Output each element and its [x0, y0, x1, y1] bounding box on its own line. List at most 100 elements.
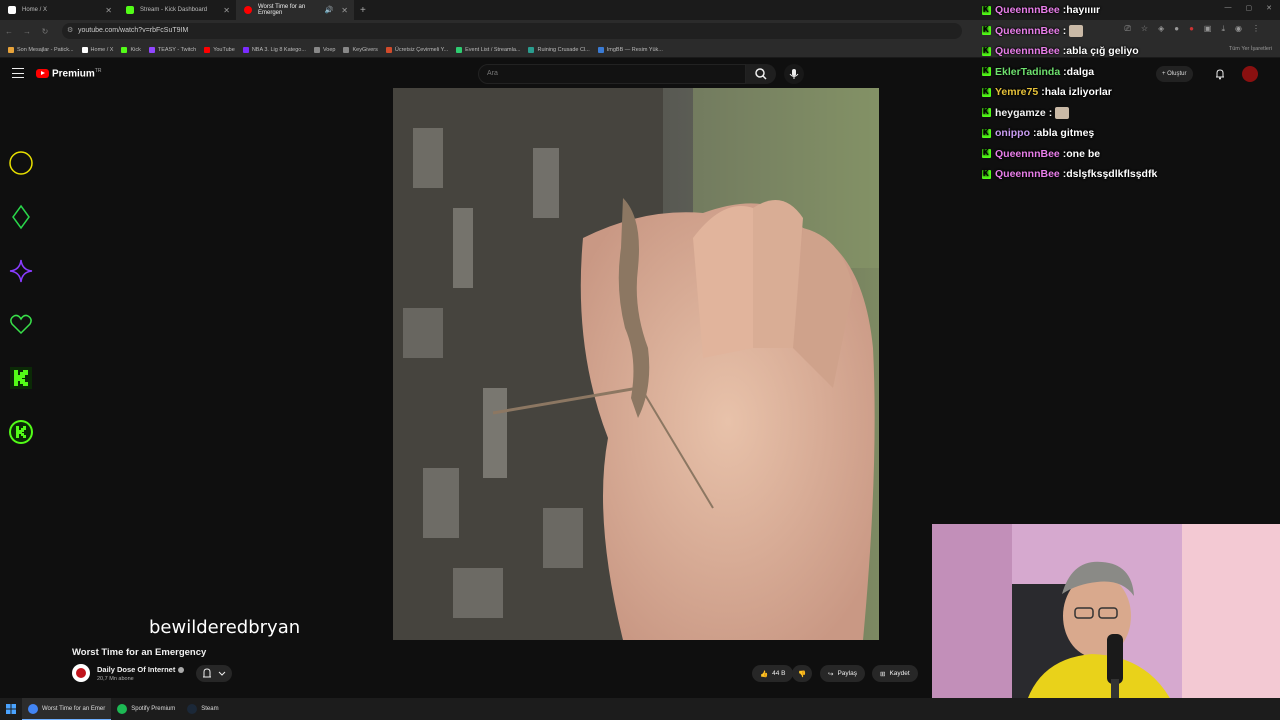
bookmark-item[interactable]: Ruining Crusade Cl...	[528, 46, 590, 53]
youtube-brand[interactable]: PremiumTR	[52, 68, 101, 79]
chat-username[interactable]: QueennnBee	[995, 25, 1060, 37]
youtube-logo-icon[interactable]	[36, 69, 49, 78]
menu-icon[interactable]	[12, 68, 24, 78]
channel-avatar[interactable]	[72, 664, 90, 682]
taskbar-app[interactable]: Steam	[181, 698, 224, 720]
chat-separator: :	[1062, 24, 1067, 37]
forward-icon[interactable]: →	[18, 27, 36, 36]
webcam-image	[932, 524, 1280, 720]
bookmark-label: KeyGivers	[352, 46, 378, 53]
bookmark-label: Son Mesajlar - Patick...	[17, 46, 74, 53]
dislike-button[interactable]: 👎	[792, 665, 813, 682]
bookmark-item[interactable]: NBA 3. Lig 8 Katego...	[242, 46, 306, 53]
chat-username[interactable]: Yemre75	[995, 86, 1038, 98]
bookmark-favicon-icon	[385, 46, 392, 53]
bookmark-label: Ruining Crusade Cl...	[537, 46, 590, 53]
channel-name-text: Daily Dose Of Internet	[97, 665, 176, 674]
bookmark-item[interactable]: Home / X	[81, 46, 113, 53]
thumbs-up-icon: 👍	[760, 670, 769, 678]
brand-text: Premium	[52, 68, 95, 80]
kick-badge-icon	[982, 148, 991, 159]
region-code: TR	[94, 68, 102, 74]
share-button[interactable]: ↪ Paylaş	[820, 665, 865, 682]
heart-icon	[10, 314, 32, 335]
bookmark-label: ImgBB — Resim Yük...	[606, 46, 663, 53]
kick-badge-icon	[982, 87, 991, 97]
bookmark-favicon-icon	[121, 46, 128, 53]
bookmark-item[interactable]: Ücretsiz Çevirmeli Y...	[385, 46, 449, 53]
chat-message: QueennnBee: one be	[982, 144, 1278, 165]
like-count: 44 B	[772, 670, 786, 677]
search-icon	[755, 68, 767, 80]
taskbar-apps: Worst Time for an Emer Spotify Premium Ste…	[22, 698, 225, 720]
kick-badge-icon	[982, 46, 991, 56]
speaker-icon[interactable]: 🔊	[325, 6, 334, 14]
sparkle-icon	[9, 259, 33, 283]
chat-text: dalga	[1066, 65, 1095, 78]
chat-message: QueennnBee:	[982, 21, 1278, 42]
bookmark-item[interactable]: ImgBB — Resim Yük...	[597, 46, 663, 53]
chat-text: hala izliyorlar	[1044, 86, 1112, 99]
bookmark-favicon-icon	[597, 46, 604, 53]
tab-home-x[interactable]: Home / X ✕	[0, 0, 118, 20]
subscriber-count: 20,7 Mn abone	[97, 676, 134, 682]
bell-icon	[203, 668, 226, 678]
chat-message: heygamze:	[982, 103, 1278, 124]
chat-username[interactable]: QueennnBee	[995, 4, 1060, 16]
tab-label: Stream - Kick Dashboard	[140, 7, 208, 13]
bookmark-label: YouTube	[213, 46, 235, 53]
chat-username[interactable]: QueennnBee	[995, 45, 1060, 57]
chat-username[interactable]: QueennnBee	[995, 148, 1060, 160]
bookmark-item[interactable]: Son Mesajlar - Patick...	[8, 46, 74, 53]
back-icon[interactable]: ←	[0, 27, 18, 36]
video-title: Worst Time for an Emergency	[72, 647, 207, 658]
tab-kick-dashboard[interactable]: Stream - Kick Dashboard ✕	[118, 0, 236, 20]
youtube-icon	[244, 6, 252, 14]
url-field[interactable]: ⚙ youtube.com/watch?v=rbFcSuT9IM	[62, 23, 962, 39]
new-tab-button[interactable]: +	[360, 5, 366, 16]
bookmark-favicon-icon	[81, 46, 88, 53]
chrome-icon	[28, 703, 38, 714]
close-icon[interactable]: ✕	[105, 6, 112, 15]
bookmark-item[interactable]: Kick	[121, 46, 141, 53]
bookmark-item[interactable]: TEASY - Twitch	[148, 46, 196, 53]
spotify-icon	[117, 704, 128, 714]
bookmark-favicon-icon	[313, 46, 320, 53]
site-info-icon[interactable]: ⚙	[67, 23, 73, 39]
bookmark-item[interactable]: Event List / Streamla...	[456, 46, 520, 53]
chat-message: QueennnBee: dslşfksşdlkflsşdfk	[982, 164, 1278, 185]
kick-badge-icon	[982, 128, 991, 138]
start-button[interactable]	[0, 698, 22, 720]
bookmark-favicon-icon	[343, 46, 350, 53]
taskbar-app-label: Spotify Premium	[131, 706, 176, 712]
chat-username[interactable]: QueennnBee	[995, 168, 1060, 180]
steam-icon	[187, 704, 198, 714]
chat-emote-icon	[1069, 24, 1084, 37]
chat-username[interactable]: onippo	[995, 127, 1030, 139]
voice-search-button[interactable]	[784, 64, 804, 84]
chat-username[interactable]: heygamze	[995, 107, 1046, 119]
chat-username[interactable]: EklerTadinda	[995, 66, 1060, 78]
kick-badge-icon	[982, 169, 991, 179]
channel-name[interactable]: Daily Dose Of Internet	[97, 665, 185, 674]
save-button[interactable]: ⊞ Kaydet	[872, 665, 918, 682]
like-button[interactable]: 👍 44 B	[752, 665, 794, 682]
bookmark-item[interactable]: YouTube	[204, 46, 235, 53]
video-player[interactable]	[393, 88, 879, 640]
microphone-icon	[789, 69, 799, 79]
reload-icon[interactable]: ↻	[36, 27, 54, 36]
search-input[interactable]: Ara	[478, 64, 746, 84]
bookmark-item[interactable]: KeyGivers	[343, 46, 378, 53]
kick-badge-icon	[982, 25, 991, 36]
close-icon[interactable]: ✕	[223, 6, 230, 15]
bookmark-label: Ücretsiz Çevirmeli Y...	[394, 46, 449, 53]
search-button[interactable]	[746, 64, 776, 84]
taskbar-app[interactable]: Worst Time for an Emer	[22, 698, 112, 720]
subscription-bell-button[interactable]	[196, 665, 232, 682]
bookmark-item[interactable]: Voep	[313, 46, 335, 53]
close-icon[interactable]: ✕	[341, 6, 348, 15]
url-text: youtube.com/watch?v=rbFcSuT9IM	[78, 27, 189, 34]
tab-youtube-video[interactable]: Worst Time for an Emergen 🔊 ✕	[236, 0, 354, 20]
webcam-feed	[932, 524, 1280, 720]
taskbar-app[interactable]: Spotify Premium	[111, 698, 181, 720]
